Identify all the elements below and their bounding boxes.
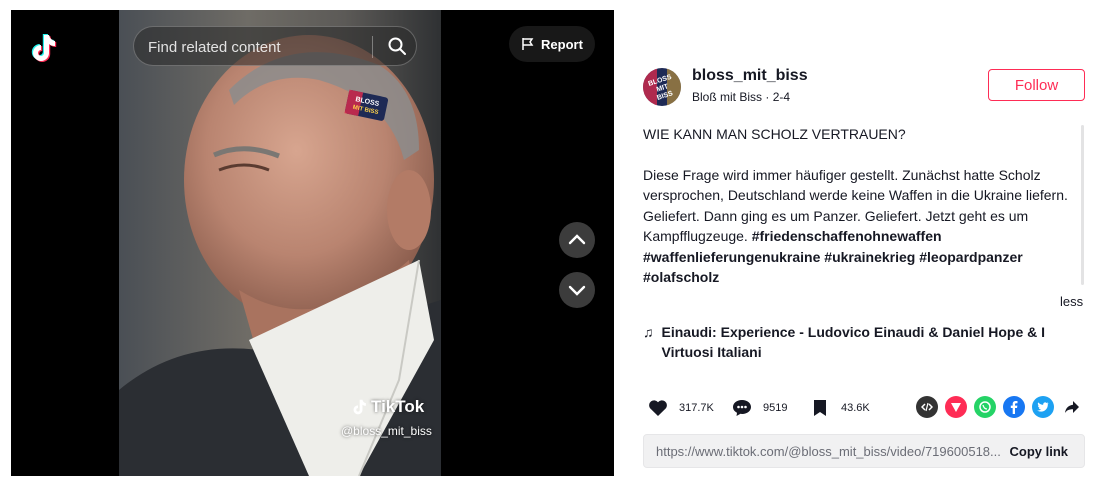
music-note-icon: ♫ <box>643 324 654 340</box>
send-icon[interactable] <box>945 396 967 418</box>
tiktok-logo-icon[interactable] <box>25 32 57 64</box>
less-toggle[interactable]: less <box>1060 294 1083 309</box>
next-video-button[interactable] <box>559 272 595 308</box>
author-nickname: Bloß mit Biss <box>692 90 763 104</box>
music-link[interactable]: ♫ Einaudi: Experience - Ludovico Einaudi… <box>643 322 1063 362</box>
description-scrollbar[interactable] <box>1081 125 1084 285</box>
music-title: Einaudi: Experience - Ludovico Einaudi &… <box>661 324 1046 360</box>
copy-link-button[interactable]: Copy link <box>1009 444 1068 459</box>
video-url[interactable]: https://www.tiktok.com/@bloss_mit_biss/v… <box>656 444 1001 459</box>
tiktok-note-icon <box>353 399 366 415</box>
comment-stat: 9519 <box>729 395 787 421</box>
watermark-brand: TikTok <box>371 397 425 416</box>
heart-icon <box>649 400 667 416</box>
chevron-down-icon <box>568 285 586 296</box>
report-button[interactable]: Report <box>509 26 595 62</box>
post-date: 2-4 <box>772 90 791 104</box>
author-username[interactable]: bloss_mit_biss <box>692 67 808 85</box>
save-stat: 43.6K <box>807 395 870 421</box>
hashtag-link[interactable]: #waffenlieferungenukraine <box>643 249 820 265</box>
follow-button[interactable]: Follow <box>988 69 1085 101</box>
description-body: Diese Frage wird immer häufiger gestellt… <box>643 165 1073 288</box>
author-meta: Bloß mit Biss · 2-4 <box>692 90 790 104</box>
avatar[interactable]: BLOSS MIT BISS <box>643 68 681 106</box>
video-description: WIE KANN MAN SCHOLZ VERTRAUEN? Diese Fra… <box>643 124 1073 288</box>
copy-link-bar: https://www.tiktok.com/@bloss_mit_biss/v… <box>643 434 1085 468</box>
facebook-icon[interactable] <box>1003 396 1025 418</box>
description-title: WIE KANN MAN SCHOLZ VERTRAUEN? <box>643 126 906 142</box>
hashtag-link[interactable]: #olafscholz <box>643 269 719 285</box>
save-count: 43.6K <box>841 402 870 414</box>
like-button[interactable] <box>645 395 671 421</box>
meta-separator: · <box>765 90 770 104</box>
whatsapp-icon[interactable] <box>974 396 996 418</box>
report-label: Report <box>541 36 583 52</box>
previous-video-button[interactable] <box>559 222 595 258</box>
hashtag-link[interactable]: #ukrainekrieg <box>824 249 915 265</box>
search-input[interactable] <box>146 27 370 67</box>
bookmark-icon <box>814 400 826 416</box>
comment-icon <box>733 400 751 416</box>
like-stat: 317.7K <box>645 395 714 421</box>
comment-button[interactable] <box>729 395 755 421</box>
search-button[interactable] <box>378 27 416 65</box>
hashtag-link[interactable]: #leopardpanzer <box>919 249 1022 265</box>
search-icon <box>388 37 406 55</box>
twitter-icon[interactable] <box>1032 396 1054 418</box>
video-player[interactable]: BLOSS MIT BISS Report <box>11 10 614 476</box>
embed-icon[interactable] <box>916 396 938 418</box>
comment-count: 9519 <box>763 402 788 414</box>
search-box <box>133 26 417 67</box>
favorite-button[interactable] <box>807 395 833 421</box>
video-watermark: TikTok <box>349 397 424 417</box>
share-arrow-icon[interactable] <box>1061 396 1083 418</box>
like-count: 317.7K <box>679 402 714 414</box>
hashtag-link[interactable]: #friedenschaffenohnewaffen <box>752 228 942 244</box>
watermark-username: @bloss_mit_biss <box>341 424 432 438</box>
flag-icon <box>522 38 534 50</box>
search-divider <box>372 36 373 58</box>
share-row <box>916 396 1083 418</box>
chevron-up-icon <box>568 234 586 245</box>
